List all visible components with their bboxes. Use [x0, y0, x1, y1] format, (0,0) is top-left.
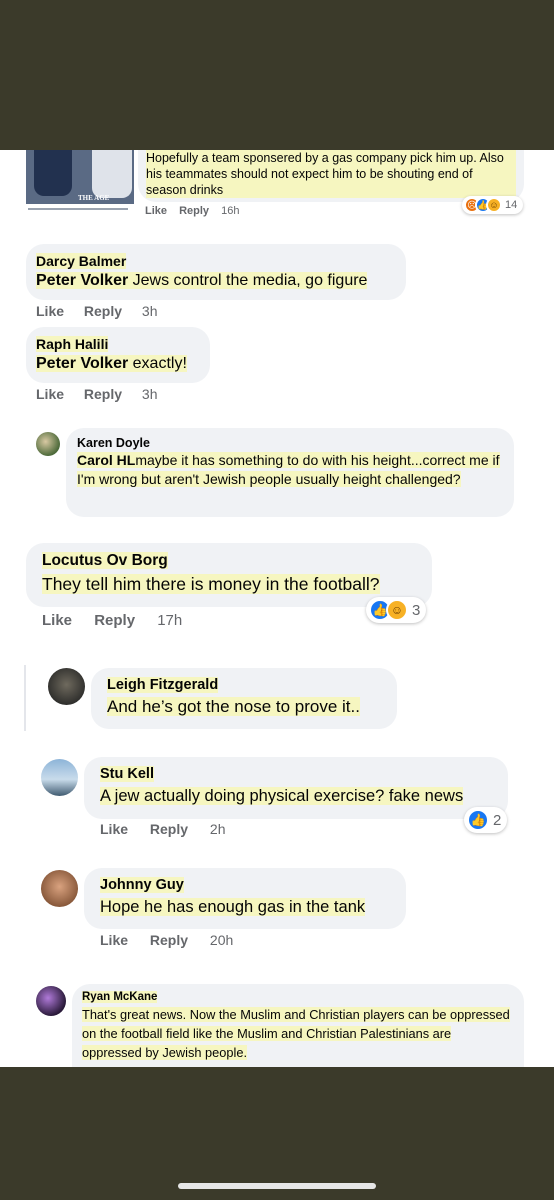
reaction-summary-top[interactable]: ☹ 👍 ☺ 14 [462, 196, 524, 214]
comments-screenshot: THE AGE Hopefully a team sponsered by a … [0, 150, 554, 1067]
comment-time: 16h [221, 205, 240, 217]
bottom-background [0, 1067, 554, 1200]
comment-text: Carol HLmaybe it has something to do wit… [77, 452, 500, 487]
reaction-summary-locutus[interactable]: 👍 ☺ 3 [366, 597, 427, 623]
top-background [0, 0, 554, 150]
comment-bubble-johnny: Johnny Guy Hope he has enough gas in the… [84, 868, 406, 929]
comment-author[interactable]: Leigh Fitzgerald [107, 676, 381, 695]
avatar[interactable] [36, 986, 66, 1016]
avatar[interactable] [36, 432, 60, 456]
comment-actions-top: Like Reply 16h [145, 205, 239, 217]
mention-tag[interactable]: Carol HL [77, 452, 135, 468]
reply-button[interactable]: Reply [84, 386, 122, 402]
reply-button[interactable]: Reply [179, 205, 209, 217]
comment-actions-stu: Like Reply 2h [100, 821, 226, 837]
reaction-summary-stu[interactable]: 👍 2 [464, 807, 508, 833]
like-button[interactable]: Like [36, 386, 64, 402]
like-button[interactable]: Like [36, 303, 64, 319]
thumbnail-player-left [34, 150, 72, 196]
comment-actions-johnny: Like Reply 20h [100, 932, 233, 948]
thumbnail-player-right [92, 150, 132, 198]
comment-text: Peter Volker Jews control the media, go … [36, 272, 368, 289]
comment-bubble-darcy: Darcy Balmer Peter Volker Jews control t… [26, 244, 406, 300]
reaction-count: 14 [505, 199, 518, 211]
like-button[interactable]: Like [100, 821, 128, 837]
mention-tag[interactable]: Peter Volker [36, 355, 128, 372]
like-reaction-icon: 👍 [467, 809, 489, 831]
thumbnail-caption-line [28, 208, 128, 210]
comment-bubble-stu: Stu Kell A jew actually doing physical e… [84, 757, 508, 819]
like-button[interactable]: Like [145, 205, 167, 217]
reply-button[interactable]: Reply [94, 612, 135, 629]
avatar[interactable] [41, 759, 78, 796]
reaction-count: 2 [493, 811, 502, 829]
comment-bubble-leigh: Leigh Fitzgerald And he’s got the nose t… [91, 668, 397, 729]
comment-text: Hopefully a team sponsered by a gas comp… [146, 150, 516, 198]
like-button[interactable]: Like [100, 932, 128, 948]
comment-author[interactable]: Karen Doyle [77, 435, 503, 451]
avatar[interactable] [41, 870, 78, 907]
comment-time: 3h [141, 303, 158, 319]
comment-time: 2h [209, 821, 226, 837]
thumbnail-caption-strip [26, 204, 134, 218]
reply-button[interactable]: Reply [150, 821, 188, 837]
reaction-count: 3 [412, 601, 421, 619]
reply-button[interactable]: Reply [84, 303, 122, 319]
comment-time: 17h [157, 612, 183, 629]
comment-author[interactable]: Locutus Ov Borg [42, 551, 416, 571]
comment-text: Peter Volker exactly! [36, 355, 187, 372]
comment-text: Hope he has enough gas in the tank [100, 898, 366, 916]
comment-text: And he’s got the nose to prove it.. [107, 697, 360, 716]
comment-author[interactable]: Ryan McKane [82, 990, 514, 1005]
thumbnail-logo: THE AGE [78, 194, 110, 202]
reply-button[interactable]: Reply [150, 932, 188, 948]
comment-actions-locutus: Like Reply 17h [42, 612, 182, 629]
comment-actions-darcy: Like Reply 3h [36, 303, 158, 319]
haha-reaction-icon: ☺ [386, 599, 408, 621]
comment-bubble-ryan: Ryan McKane That's great news. Now the M… [72, 984, 524, 1067]
haha-reaction-icon: ☺ [486, 197, 502, 213]
comment-bubble-karen: Karen Doyle Carol HLmaybe it has somethi… [66, 428, 514, 517]
comment-time: 3h [141, 386, 158, 402]
comment-bubble-raph: Raph Halili Peter Volker exactly! [26, 327, 210, 383]
comment-bubble-locutus: Locutus Ov Borg They tell him there is m… [26, 543, 432, 607]
comment-time: 20h [209, 932, 234, 948]
comment-text: A jew actually doing physical exercise? … [100, 787, 464, 805]
comment-author[interactable]: Johnny Guy [100, 876, 390, 895]
avatar[interactable] [48, 668, 85, 705]
comment-author[interactable]: Darcy Balmer [36, 252, 396, 270]
comment-text: They tell him there is money in the foot… [42, 574, 380, 594]
comment-text: That's great news. Now the Muslim and Ch… [82, 1007, 510, 1060]
article-thumbnail[interactable]: THE AGE [26, 150, 134, 218]
comment-author[interactable]: Stu Kell [100, 765, 492, 784]
comment-author[interactable]: Raph Halili [36, 335, 200, 353]
mention-tag[interactable]: Peter Volker [36, 272, 128, 289]
comment-actions-raph: Like Reply 3h [36, 386, 158, 402]
comment-bubble-top: Hopefully a team sponsered by a gas comp… [138, 150, 524, 202]
reply-thread-line [24, 665, 26, 731]
home-indicator[interactable] [178, 1183, 376, 1189]
like-button[interactable]: Like [42, 612, 72, 629]
